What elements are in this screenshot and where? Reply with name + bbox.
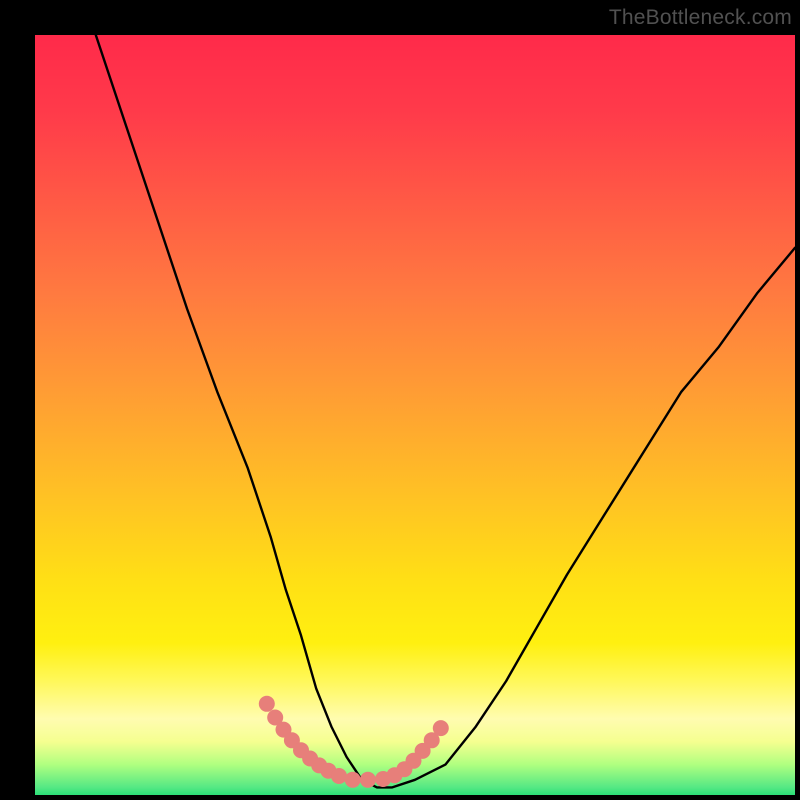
highlight-dot <box>433 720 449 736</box>
highlight-dot <box>406 753 422 769</box>
highlight-dot <box>387 767 403 783</box>
chart-container: TheBottleneck.com <box>0 0 800 800</box>
highlight-markers <box>259 696 449 788</box>
plot-area <box>35 35 795 795</box>
highlight-dot <box>396 761 412 777</box>
curve-svg <box>35 35 795 795</box>
highlight-dot <box>375 771 391 787</box>
highlight-dot <box>415 743 431 759</box>
highlight-dot <box>311 757 327 773</box>
highlight-dot <box>284 732 300 748</box>
highlight-dot <box>267 710 283 726</box>
bottleneck-curve <box>96 35 795 787</box>
highlight-dot <box>259 696 275 712</box>
highlight-dot <box>331 768 347 784</box>
highlight-dot <box>320 763 336 779</box>
highlight-dot <box>293 742 309 758</box>
highlight-dot <box>276 722 292 738</box>
highlight-dot <box>345 772 361 788</box>
watermark-label: TheBottleneck.com <box>609 6 792 30</box>
highlight-dot <box>424 732 440 748</box>
highlight-dot <box>302 751 318 767</box>
highlight-dot <box>360 772 376 788</box>
